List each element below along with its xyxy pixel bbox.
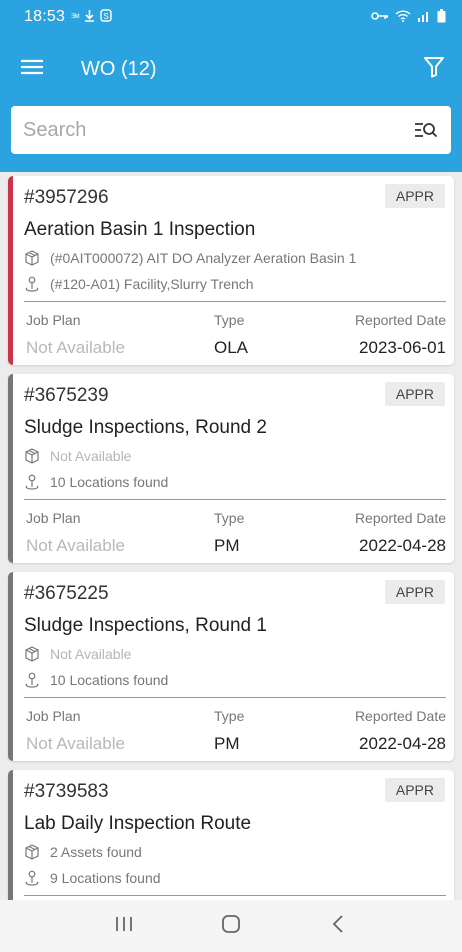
- location-pin-icon: [23, 473, 41, 491]
- search-list-icon[interactable]: [413, 117, 439, 143]
- job-plan-value: Not Available: [26, 338, 125, 357]
- asset-box-icon: [23, 645, 41, 663]
- home-icon: [221, 914, 241, 939]
- location-pin-icon: [23, 671, 41, 689]
- recents-icon: [115, 916, 133, 937]
- work-order-card[interactable]: #3957296 APPR Aeration Basin 1 Inspectio…: [8, 176, 454, 365]
- ssid-icon: ᴲᴹ: [71, 12, 80, 22]
- search-box: [11, 106, 451, 154]
- work-order-list: #3957296 APPR Aeration Basin 1 Inspectio…: [0, 172, 462, 900]
- work-order-description: Sludge Inspections, Round 1: [24, 615, 267, 636]
- status-badge: APPR: [384, 580, 445, 604]
- location-pin-icon: [23, 869, 41, 887]
- search-area: [0, 104, 462, 172]
- work-order-number: #3675225: [24, 583, 109, 604]
- reported-date-value: 2023-06-01: [359, 338, 446, 357]
- work-order-description: Sludge Inspections, Round 2: [24, 417, 267, 438]
- key-icon: [371, 10, 389, 24]
- status-left-icons: ᴲᴹ S: [71, 9, 113, 25]
- work-order-number: #3675239: [24, 385, 109, 406]
- menu-button[interactable]: [0, 34, 64, 104]
- type-value: PM: [214, 536, 240, 555]
- shield-icon: S: [100, 9, 113, 25]
- asset-row: 2 Assets found: [23, 843, 142, 861]
- asset-row: Not Available: [23, 447, 131, 465]
- location-row: 10 Locations found: [23, 671, 168, 689]
- card-divider: [24, 301, 446, 302]
- work-order-number: #3739583: [24, 781, 109, 802]
- job-plan-label: Job Plan: [26, 312, 81, 328]
- status-time: 18:53: [24, 8, 66, 25]
- asset-text: Not Available: [50, 448, 132, 464]
- location-text: 9 Locations found: [50, 870, 161, 886]
- back-icon: [332, 914, 344, 938]
- asset-row: Not Available: [23, 645, 131, 663]
- asset-row: (#0AIT000072) AIT DO Analyzer Aeration B…: [23, 249, 356, 267]
- job-plan-label: Job Plan: [26, 708, 81, 724]
- status-badge: APPR: [384, 382, 445, 406]
- location-row: 10 Locations found: [23, 473, 168, 491]
- filter-icon: [423, 56, 445, 83]
- reported-date-value: 2022-04-28: [359, 734, 446, 753]
- download-icon: [84, 9, 95, 25]
- app-bar: WO (12): [0, 34, 462, 104]
- signal-icon: [417, 10, 431, 25]
- filter-button[interactable]: [406, 34, 462, 104]
- status-bar: 18:53 ᴲᴹ S: [0, 0, 462, 34]
- wifi-icon: [395, 9, 411, 25]
- type-value: OLA: [214, 338, 249, 357]
- reported-date-value: 2022-04-28: [359, 536, 446, 555]
- back-button[interactable]: [318, 906, 358, 946]
- reported-date-label: Reported Date: [354, 510, 446, 526]
- asset-box-icon: [23, 843, 41, 861]
- card-divider: [24, 499, 446, 500]
- status-right-icons: [371, 8, 446, 26]
- system-nav-bar: [0, 900, 462, 952]
- status-badge: APPR: [384, 778, 445, 802]
- reported-date-label: Reported Date: [354, 312, 446, 328]
- type-label: Type: [214, 708, 245, 724]
- menu-icon: [21, 59, 43, 80]
- location-row: 9 Locations found: [23, 869, 161, 887]
- svg-text:S: S: [104, 12, 109, 21]
- recents-button[interactable]: [104, 906, 144, 946]
- work-order-description: Lab Daily Inspection Route: [24, 813, 252, 834]
- card-divider: [24, 895, 446, 896]
- asset-text: 2 Assets found: [50, 844, 142, 860]
- type-label: Type: [214, 510, 245, 526]
- type-label: Type: [214, 312, 245, 328]
- job-plan-label: Job Plan: [26, 510, 81, 526]
- location-row: (#120-A01) Facility,Slurry Trench: [23, 275, 254, 293]
- status-badge: APPR: [384, 184, 445, 208]
- location-text: 10 Locations found: [50, 474, 169, 490]
- location-text: (#120-A01) Facility,Slurry Trench: [50, 276, 254, 292]
- location-text: 10 Locations found: [50, 672, 169, 688]
- home-button[interactable]: [211, 906, 251, 946]
- card-divider: [24, 697, 446, 698]
- work-order-description: Aeration Basin 1 Inspection: [24, 219, 256, 240]
- asset-box-icon: [23, 249, 41, 267]
- battery-icon: [437, 8, 446, 26]
- work-order-card[interactable]: #3675239 APPR Sludge Inspections, Round …: [8, 374, 454, 563]
- type-value: PM: [214, 734, 240, 753]
- asset-text: Not Available: [50, 646, 132, 662]
- job-plan-value: Not Available: [26, 734, 125, 753]
- location-pin-icon: [23, 275, 41, 293]
- work-order-card[interactable]: #3675225 APPR Sludge Inspections, Round …: [8, 572, 454, 761]
- work-order-number: #3957296: [24, 187, 109, 208]
- work-order-card[interactable]: #3739583 APPR Lab Daily Inspection Route…: [8, 770, 454, 900]
- reported-date-label: Reported Date: [354, 708, 446, 724]
- asset-box-icon: [23, 447, 41, 465]
- search-input[interactable]: [23, 118, 413, 142]
- job-plan-value: Not Available: [26, 536, 125, 555]
- page-title: WO (12): [81, 57, 157, 80]
- asset-text: (#0AIT000072) AIT DO Analyzer Aeration B…: [50, 250, 357, 266]
